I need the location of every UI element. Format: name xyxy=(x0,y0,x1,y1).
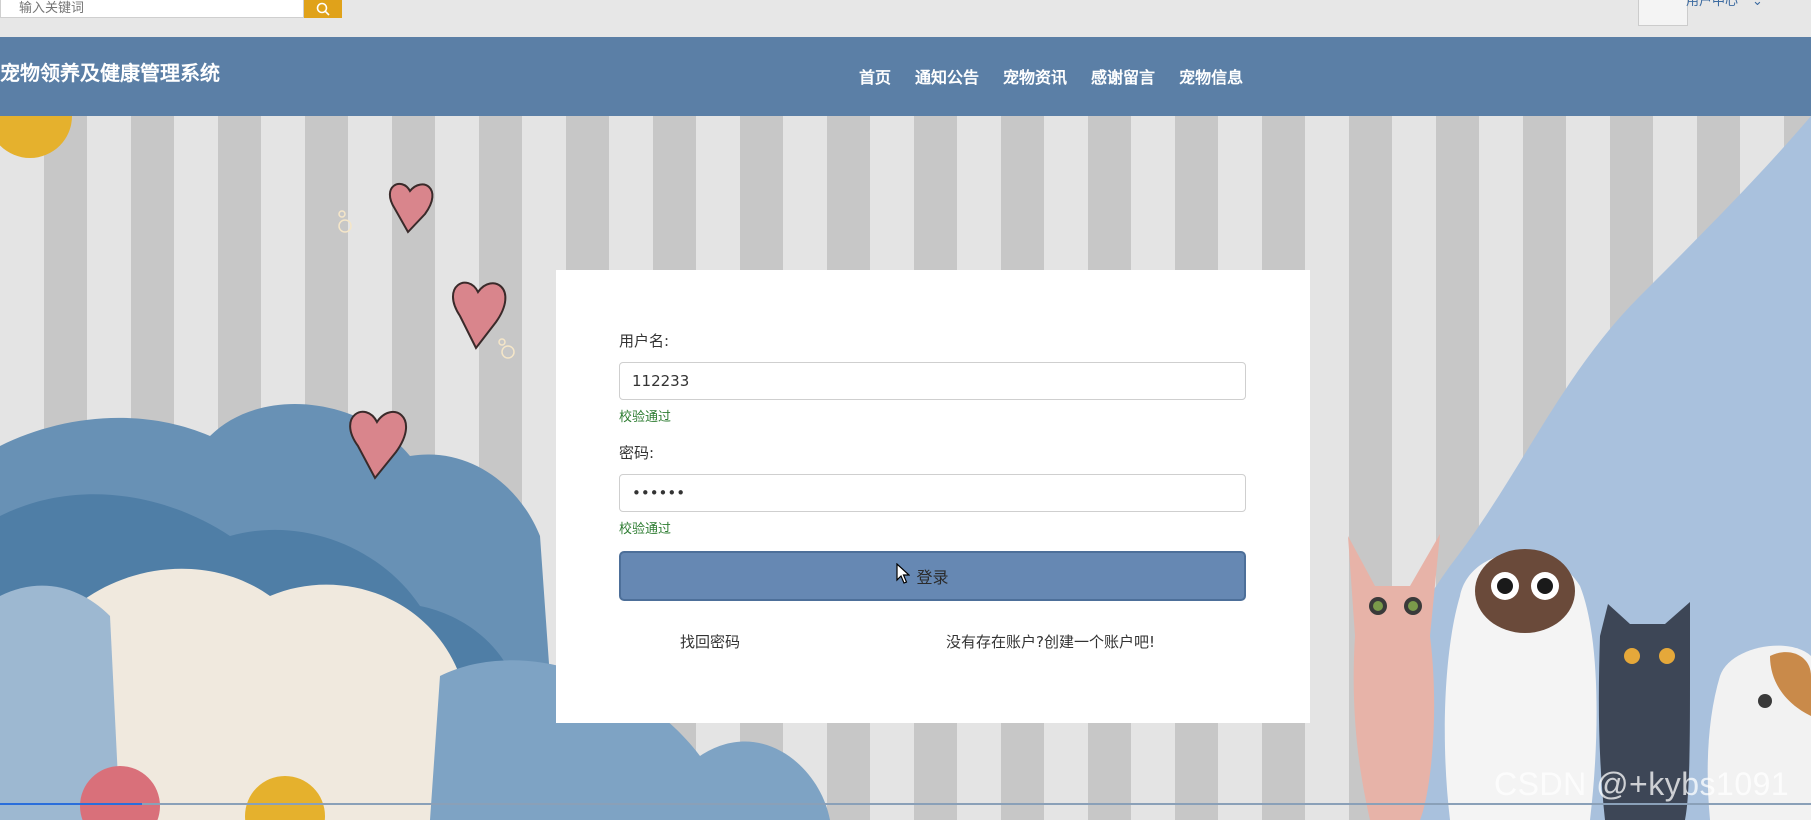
mouse-cursor-icon xyxy=(896,563,910,584)
video-progress-fill xyxy=(0,803,142,805)
user-avatar-box[interactable] xyxy=(1638,0,1688,26)
site-header: 宠物领养及健康管理系统 首页 通知公告 宠物资讯 感谢留言 宠物信息 xyxy=(0,37,1811,116)
password-input[interactable] xyxy=(619,474,1246,512)
watermark: CSDN @+kybs1091 xyxy=(1494,766,1790,802)
username-validation-status: 校验通过 xyxy=(619,410,672,425)
nav-item-pet-news[interactable]: 宠物资讯 xyxy=(1003,64,1067,88)
nav-item-notices[interactable]: 通知公告 xyxy=(915,64,979,88)
user-menu[interactable]: 用户中心 ⌄ xyxy=(1686,0,1763,10)
search-bar xyxy=(0,0,342,18)
nav-item-home[interactable]: 首页 xyxy=(859,64,891,88)
top-bar: 用户中心 ⌄ xyxy=(0,0,1811,38)
login-card: 用户名: 校验通过 密码: 校验通过 登录 找回密码 没有存在账户?创建一个账户… xyxy=(556,270,1310,723)
username-label: 用户名: xyxy=(619,332,670,350)
forgot-password-link[interactable]: 找回密码 xyxy=(680,631,740,652)
search-input[interactable] xyxy=(0,0,304,18)
nav-item-thanks-messages[interactable]: 感谢留言 xyxy=(1091,64,1155,88)
site-title: 宠物领养及健康管理系统 xyxy=(0,61,220,85)
chevron-down-icon: ⌄ xyxy=(1752,0,1763,9)
user-menu-label: 用户中心 xyxy=(1686,0,1739,9)
register-link[interactable]: 没有存在账户?创建一个账户吧! xyxy=(946,631,1155,652)
search-button[interactable] xyxy=(304,0,342,18)
search-icon xyxy=(316,2,330,16)
username-input[interactable] xyxy=(619,362,1246,400)
password-label: 密码: xyxy=(619,444,655,462)
video-progress-track[interactable] xyxy=(0,803,1811,805)
nav-item-pet-info[interactable]: 宠物信息 xyxy=(1179,64,1243,88)
login-form: 用户名: 校验通过 密码: 校验通过 登录 xyxy=(619,330,1246,601)
password-validation-status: 校验通过 xyxy=(619,522,672,537)
login-button[interactable]: 登录 xyxy=(619,551,1246,601)
main-nav: 首页 通知公告 宠物资讯 感谢留言 宠物信息 xyxy=(859,64,1267,88)
